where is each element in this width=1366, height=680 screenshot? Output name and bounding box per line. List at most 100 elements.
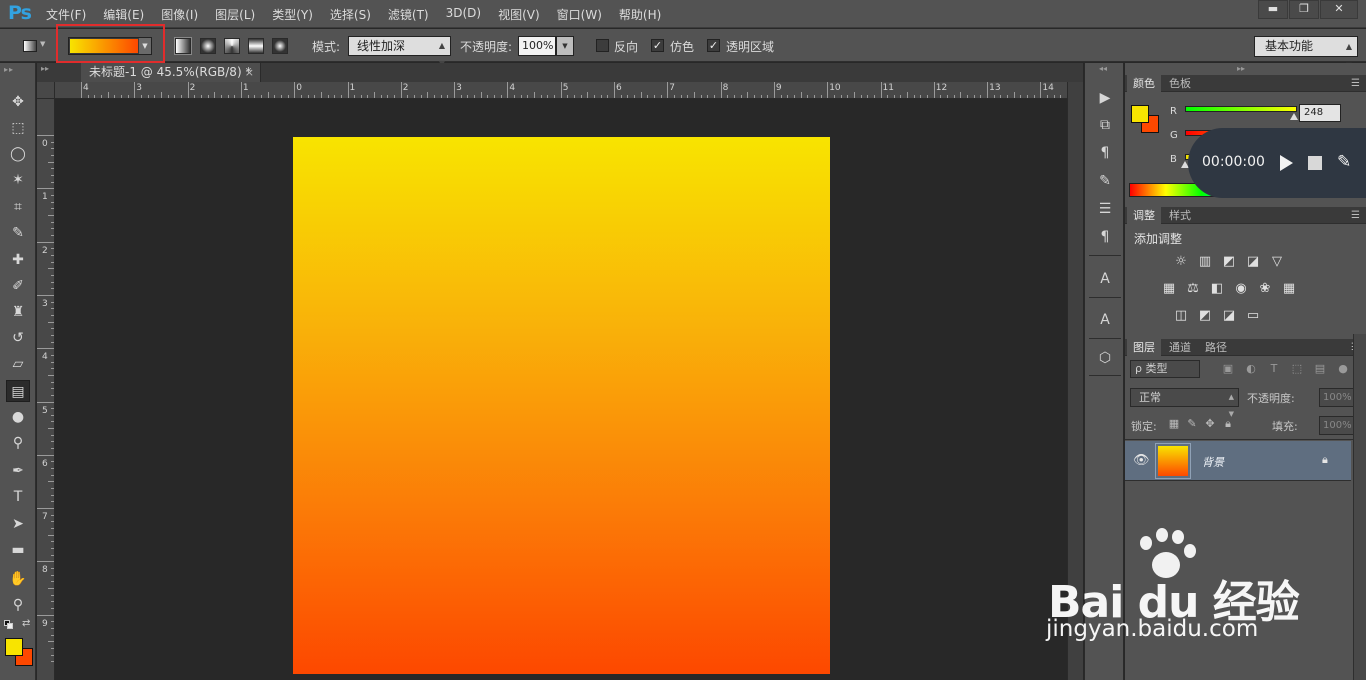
menu-3d[interactable]: 3D(D) xyxy=(446,6,481,23)
gradient-tool-icon[interactable]: ▤ xyxy=(6,380,30,402)
tab-swatches[interactable]: 色板 xyxy=(1163,75,1197,92)
panel-collapse-icon[interactable]: ▸▸ xyxy=(1237,64,1245,73)
blend-mode-select[interactable]: 正常 ▲ ▼ xyxy=(1130,388,1239,418)
tab-adjustments[interactable]: 调整 xyxy=(1127,207,1161,224)
layer-row[interactable]: 👁︎ 背景 🔒︎ xyxy=(1125,441,1351,481)
minimize-button[interactable]: ▬ xyxy=(1258,0,1288,19)
lock-position-icon[interactable]: ✥ xyxy=(1203,417,1217,431)
close-window-button[interactable]: ✕ xyxy=(1320,0,1358,19)
marquee-tool-icon[interactable]: ⬚ xyxy=(6,117,30,139)
move-tool-icon[interactable]: ✥ xyxy=(6,91,30,113)
crop-tool-icon[interactable]: ⌗ xyxy=(6,196,30,218)
menu-layer[interactable]: 图层(L) xyxy=(215,6,255,23)
vertical-ruler[interactable]: 0 1 2 3 4 5 6 7 8 9 xyxy=(37,99,55,680)
opacity-dropdown-button[interactable]: ▼ xyxy=(556,36,574,56)
color-panel-foreground[interactable] xyxy=(1131,105,1149,123)
diamond-gradient-button[interactable] xyxy=(272,38,288,54)
filter-type-icon[interactable]: T xyxy=(1266,361,1282,377)
magic-wand-tool-icon[interactable]: ✶ xyxy=(6,169,30,191)
stop-icon[interactable] xyxy=(1308,156,1322,170)
eye-icon[interactable]: 👁︎ xyxy=(1133,453,1150,468)
panel-menu-icon[interactable]: ☰ xyxy=(1351,75,1360,92)
actions-panel-icon[interactable]: ▶ xyxy=(1094,87,1116,109)
dodge-tool-icon[interactable]: ⚲ xyxy=(6,432,30,454)
layer-name[interactable]: 背景 xyxy=(1202,454,1224,470)
lock-all-icon[interactable]: 🔒︎ xyxy=(1221,417,1235,431)
channel-r-value[interactable]: 248 xyxy=(1299,104,1341,122)
lock-transparent-icon[interactable]: ▦ xyxy=(1167,417,1181,431)
tab-styles[interactable]: 样式 xyxy=(1163,207,1197,224)
rectangle-tool-icon[interactable]: ▬ xyxy=(6,539,30,561)
menu-file[interactable]: 文件(F) xyxy=(46,6,86,23)
opacity-input[interactable]: 100% xyxy=(518,36,556,56)
foreground-color-swatch[interactable] xyxy=(5,638,23,656)
3d-panel-icon[interactable]: ⬡ xyxy=(1094,347,1116,369)
menu-window[interactable]: 窗口(W) xyxy=(557,6,602,23)
mode-select[interactable]: 线性加深 ▲▼ xyxy=(348,36,451,68)
horizontal-ruler[interactable]: 4 3 2 1 0 1 2 3 4 5 6 7 8 9 10 11 12 13 14 xyxy=(55,82,1089,99)
type-tool-icon[interactable]: T xyxy=(6,486,30,508)
channel-r-slider[interactable] xyxy=(1185,106,1297,112)
blur-tool-icon[interactable]: ● xyxy=(6,406,30,428)
paragraph-panel-icon[interactable]: ¶ xyxy=(1094,142,1116,164)
dither-checkbox[interactable]: ✓ xyxy=(651,39,664,52)
slider-thumb[interactable] xyxy=(1290,113,1298,120)
zoom-tool-icon[interactable]: ⚲ xyxy=(6,594,30,616)
eyedropper-tool-icon[interactable]: ✎ xyxy=(6,222,30,244)
linear-gradient-button[interactable] xyxy=(175,38,191,54)
filter-smart-object-icon[interactable]: ▤ xyxy=(1312,361,1328,377)
color-lookup-icon[interactable]: ▦ xyxy=(1280,281,1298,297)
menu-type[interactable]: 类型(Y) xyxy=(272,6,313,23)
document-tab[interactable]: 未标题-1 @ 45.5%(RGB/8) * × xyxy=(81,63,261,82)
layer-opacity-input[interactable]: 100% xyxy=(1319,388,1356,407)
character-styles-icon[interactable]: A xyxy=(1094,309,1116,331)
layer-filter-select[interactable]: ρ 类型 xyxy=(1130,360,1200,378)
menu-filter[interactable]: 滤镜(T) xyxy=(388,6,429,23)
menu-select[interactable]: 选择(S) xyxy=(330,6,371,23)
hue-saturation-icon[interactable]: ▦ xyxy=(1160,281,1178,297)
hand-tool-icon[interactable]: ✋ xyxy=(6,568,30,590)
path-selection-tool-icon[interactable]: ➤ xyxy=(6,513,30,535)
invert-icon[interactable]: ◫ xyxy=(1172,308,1190,324)
tab-color[interactable]: 颜色 xyxy=(1127,75,1161,92)
filter-pixel-icon[interactable]: ▣ xyxy=(1220,361,1236,377)
panel-menu-icon[interactable]: ☰ xyxy=(1351,207,1360,224)
exposure-icon[interactable]: ◪ xyxy=(1244,254,1262,270)
panel-collapse-icon[interactable]: ▸▸ xyxy=(41,64,49,73)
history-panel-icon[interactable]: ⧉ xyxy=(1094,114,1116,136)
brush-tool-icon[interactable]: ✐ xyxy=(6,275,30,297)
paragraph-styles-icon[interactable]: ¶ xyxy=(1094,226,1116,248)
default-colors-icon[interactable] xyxy=(4,620,14,630)
filter-adjustment-icon[interactable]: ◐ xyxy=(1243,361,1259,377)
eraser-tool-icon[interactable]: ▱ xyxy=(6,353,30,375)
radial-gradient-button[interactable] xyxy=(200,38,216,54)
healing-brush-tool-icon[interactable]: ✚ xyxy=(6,249,30,271)
angle-gradient-button[interactable] xyxy=(224,38,240,54)
filter-shape-icon[interactable]: ⬚ xyxy=(1289,361,1305,377)
pen-tool-icon[interactable]: ✒ xyxy=(6,460,30,482)
fill-input[interactable]: 100% xyxy=(1319,416,1356,435)
gradient-map-icon[interactable]: ▭ xyxy=(1244,308,1262,324)
swap-colors-icon[interactable]: ⇄ xyxy=(22,618,30,629)
maximize-button[interactable]: ❐ xyxy=(1289,0,1319,19)
menu-view[interactable]: 视图(V) xyxy=(498,6,540,23)
history-brush-tool-icon[interactable]: ↺ xyxy=(6,327,30,349)
panel-collapse-icon[interactable]: ▸▸ xyxy=(4,65,14,74)
menu-image[interactable]: 图像(I) xyxy=(161,6,198,23)
workspace-select[interactable]: 基本功能 ▲▼ xyxy=(1254,36,1358,70)
threshold-icon[interactable]: ◪ xyxy=(1220,308,1238,324)
menu-help[interactable]: 帮助(H) xyxy=(619,6,661,23)
transparency-checkbox[interactable]: ✓ xyxy=(707,39,720,52)
document-canvas[interactable] xyxy=(293,137,830,674)
brush-panel-icon[interactable]: ☰ xyxy=(1094,198,1116,220)
menu-edit[interactable]: 编辑(E) xyxy=(103,6,144,23)
panel-collapse-icon[interactable]: ◂◂ xyxy=(1099,64,1107,73)
clone-stamp-tool-icon[interactable]: ♜ xyxy=(6,301,30,323)
tab-paths[interactable]: 路径 xyxy=(1199,339,1233,356)
ruler-origin[interactable] xyxy=(37,82,55,99)
reverse-checkbox[interactable] xyxy=(596,39,609,52)
pen-icon[interactable]: ✎ xyxy=(1337,152,1351,172)
panel-scrollbar[interactable] xyxy=(1353,334,1366,680)
lock-image-icon[interactable]: ✎ xyxy=(1185,417,1199,431)
brush-presets-icon[interactable]: ✎ xyxy=(1094,170,1116,192)
